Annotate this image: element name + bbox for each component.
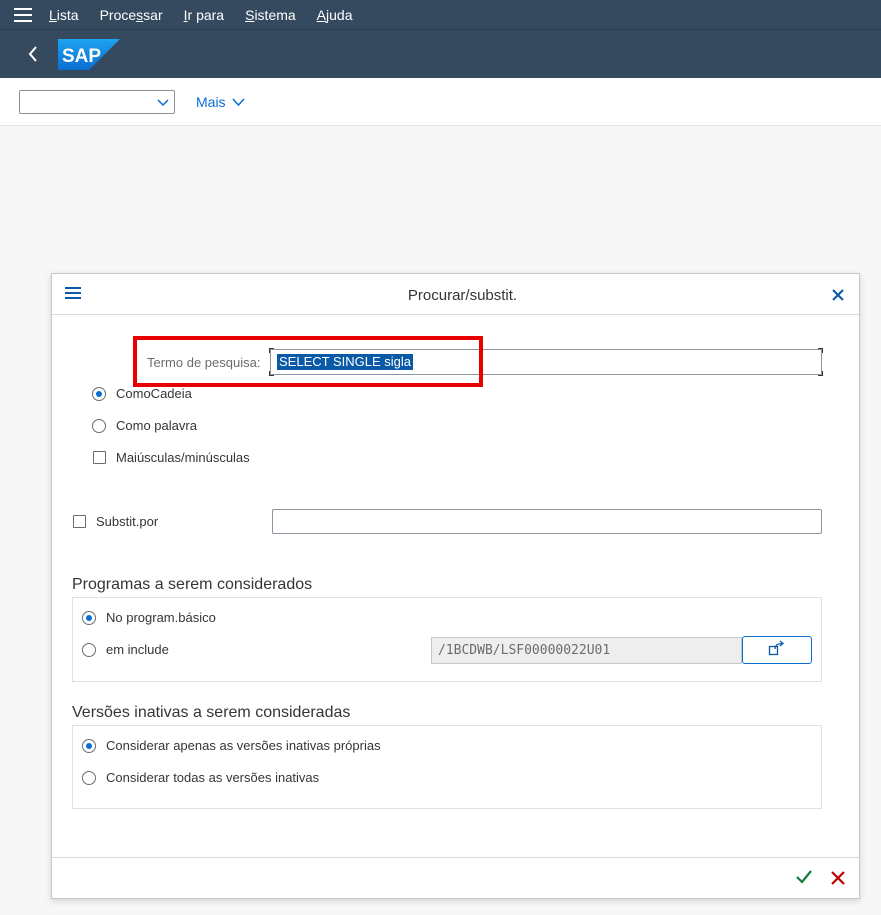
case-sensitive-checkbox[interactable] xyxy=(93,451,106,464)
replace-checkbox[interactable] xyxy=(73,515,86,528)
focus-corner xyxy=(818,371,823,376)
ok-checkmark-icon[interactable] xyxy=(796,870,812,889)
dialog-footer xyxy=(52,857,859,898)
sap-logo: SAP xyxy=(58,38,120,70)
as-word-label: Como palavra xyxy=(116,418,197,433)
menu-hamburger-icon[interactable] xyxy=(0,0,46,30)
case-sensitive-label: Maiúsculas/minúsculas xyxy=(116,450,250,465)
all-inactive-radio[interactable] xyxy=(82,771,96,785)
programs-section-title: Programas a serem considerados xyxy=(72,576,313,593)
open-include-button[interactable] xyxy=(742,636,812,664)
menu-mnemonic: L xyxy=(49,6,57,23)
sap-logo-text: SAP xyxy=(62,46,101,67)
back-chevron-icon[interactable] xyxy=(22,43,44,65)
menu-item-label: ista xyxy=(56,6,79,23)
as-string-label: ComoCadeia xyxy=(116,386,192,401)
menu-item-label: r para xyxy=(187,6,225,23)
menu-mnemonic: A xyxy=(316,6,327,23)
more-button-label: Mais xyxy=(196,94,226,110)
close-icon[interactable] xyxy=(831,288,845,307)
menu-bar: Lista Processar Ir para Sistema Ajuda xyxy=(0,0,881,30)
menu-item-ir-para[interactable]: Ir para xyxy=(184,7,224,23)
menu-item-processar[interactable]: Processar xyxy=(100,7,163,23)
menu-item-label: istema xyxy=(254,6,296,23)
menu-item-label: sar xyxy=(143,6,163,23)
menu-item-ajuda[interactable]: Ajuda xyxy=(317,7,353,23)
include-label: em include xyxy=(106,642,169,657)
chevron-down-icon xyxy=(156,95,170,114)
inactive-section-title: Versões inativas a serem consideradas xyxy=(72,704,351,721)
own-inactive-label: Considerar apenas as versões inativas pr… xyxy=(106,738,381,753)
focus-corner xyxy=(818,348,823,353)
as-word-radio[interactable] xyxy=(92,419,106,433)
shell-bar: SAP xyxy=(0,30,881,78)
open-external-icon xyxy=(768,640,786,661)
all-inactive-label: Considerar todas as versões inativas xyxy=(106,770,320,785)
highlight-box xyxy=(133,336,483,387)
more-button[interactable]: Mais xyxy=(196,94,245,110)
menu-item-label: Proce xyxy=(99,6,137,23)
include-radio[interactable] xyxy=(82,643,96,657)
chevron-down-icon xyxy=(232,94,245,110)
include-name-field: /1BCDWB/LSF00000022U01 xyxy=(431,637,742,664)
command-field-select[interactable] xyxy=(19,90,175,114)
toolbar: Mais xyxy=(0,78,881,126)
cancel-x-icon[interactable] xyxy=(831,871,845,890)
menu-item-label: juda xyxy=(326,6,353,23)
own-inactive-radio[interactable] xyxy=(82,739,96,753)
dialog-title: Procurar/substit. xyxy=(407,287,518,304)
basic-program-label: No program.básico xyxy=(106,610,216,625)
menu-item-sistema[interactable]: Sistema xyxy=(245,7,296,23)
basic-program-radio[interactable] xyxy=(82,611,96,625)
menu-item-lista[interactable]: Lista xyxy=(49,7,79,23)
dialog-header: Procurar/substit. xyxy=(52,274,859,315)
replace-label: Substit.por xyxy=(96,514,159,529)
replace-input[interactable] xyxy=(272,509,822,534)
as-string-radio[interactable] xyxy=(92,387,106,401)
